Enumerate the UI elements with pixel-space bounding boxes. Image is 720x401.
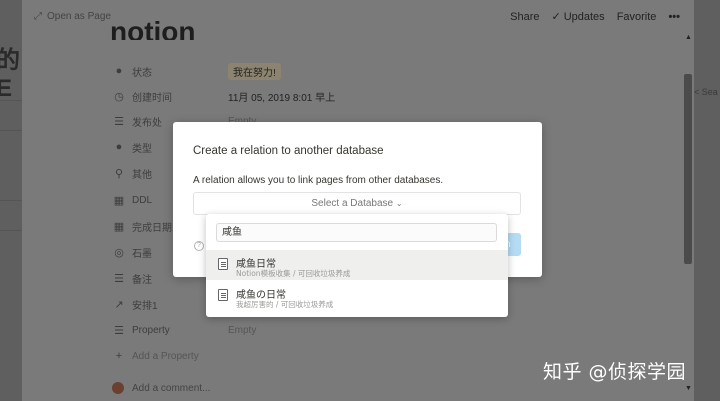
link-icon: ◎: [114, 246, 124, 259]
property-name: 创建时间: [132, 92, 172, 104]
background-right-panel: < Sea: [694, 0, 720, 401]
select-database-placeholder: Select a Database: [311, 198, 394, 209]
calendar-icon: ▦: [113, 194, 125, 207]
background-divider: [0, 130, 22, 131]
list-icon: ☰: [114, 115, 124, 128]
updates-label: Updates: [563, 11, 605, 23]
expand-icon: ⤢: [34, 11, 42, 22]
text-icon: ☰: [114, 272, 124, 285]
dialog-description: A relation allows you to link pages from…: [193, 175, 444, 186]
page-icon: [218, 258, 228, 270]
chevron-down-icon: ⌄: [395, 199, 403, 208]
add-property-label: Add a Property: [132, 350, 199, 362]
check-icon: ✓: [551, 11, 561, 23]
dialog-title: Create a relation to another database: [193, 145, 384, 157]
select-icon: ●: [115, 141, 123, 153]
scroll-up-icon[interactable]: ▲: [685, 34, 692, 41]
share-button[interactable]: Share: [510, 11, 539, 23]
text-icon: ☰: [114, 324, 124, 337]
scrollbar-thumb[interactable]: [684, 74, 692, 264]
status-badge[interactable]: 我在努力!: [228, 62, 281, 80]
scrollbar[interactable]: ▲ ▼: [682, 30, 694, 401]
database-option[interactable]: 咸鱼の日常 我超厉害的 / 可回收垃圾养成: [206, 281, 508, 311]
property-row[interactable]: ☰ Property Empty: [112, 320, 256, 340]
background-divider: [0, 230, 22, 231]
database-option-path: 我超厉害的 / 可回收垃圾养成: [236, 300, 334, 309]
background-divider: [0, 200, 22, 201]
property-row[interactable]: ◷ 创建时间 11月 05, 2019 8:01 早上: [112, 86, 335, 106]
database-option-path: Notion模板收集 / 可回收垃圾养成: [236, 269, 351, 278]
property-row[interactable]: ● 状态 我在努力!: [112, 61, 281, 81]
relation-icon: ↗: [114, 298, 124, 311]
open-as-page-label: Open as Page: [47, 11, 111, 22]
calendar-icon: ▦: [113, 220, 125, 233]
updates-button[interactable]: ✓ Updates: [551, 10, 604, 23]
clock-icon: ◷: [114, 90, 124, 103]
status-icon: ●: [115, 65, 123, 77]
help-icon[interactable]: ?: [194, 241, 204, 251]
database-option[interactable]: 咸鱼日常 Notion模板收集 / 可回收垃圾养成: [206, 250, 508, 280]
comment-input[interactable]: Add a comment...: [112, 382, 210, 394]
database-search-input[interactable]: 咸鱼: [216, 223, 497, 242]
database-search-dropdown: 咸鱼 咸鱼日常 Notion模板收集 / 可回收垃圾养成 咸鱼の日常 我超厉害的…: [206, 214, 508, 317]
favorite-button[interactable]: Favorite: [617, 11, 657, 23]
background-divider: [0, 100, 22, 101]
add-property-button[interactable]: + Add a Property: [112, 346, 228, 366]
property-value[interactable]: 11月 05, 2019 8:01 早上: [228, 89, 335, 104]
plus-icon: +: [115, 350, 123, 362]
property-name: 状态: [132, 67, 152, 79]
select-database-dropdown[interactable]: Select a Database ⌄: [193, 192, 521, 215]
comment-placeholder: Add a comment...: [132, 382, 211, 394]
property-name: Property: [132, 324, 170, 336]
open-as-page-button[interactable]: ⤢ Open as Page: [34, 11, 111, 22]
page-icon: [218, 289, 228, 301]
background-left-panel: 的E: [0, 0, 22, 401]
paperclip-icon: ⚲: [114, 167, 124, 180]
peek-actions: Share ✓ Updates Favorite •••: [510, 10, 680, 24]
background-page-title: 的E: [0, 47, 20, 102]
more-options-icon[interactable]: •••: [668, 11, 680, 23]
watermark: 知乎 @侦探学园: [543, 361, 687, 383]
scroll-down-icon[interactable]: ▼: [685, 385, 692, 392]
property-value[interactable]: Empty: [228, 325, 256, 336]
avatar: [112, 382, 124, 394]
page-title[interactable]: notion: [110, 12, 196, 40]
background-search: < Sea: [694, 87, 718, 97]
